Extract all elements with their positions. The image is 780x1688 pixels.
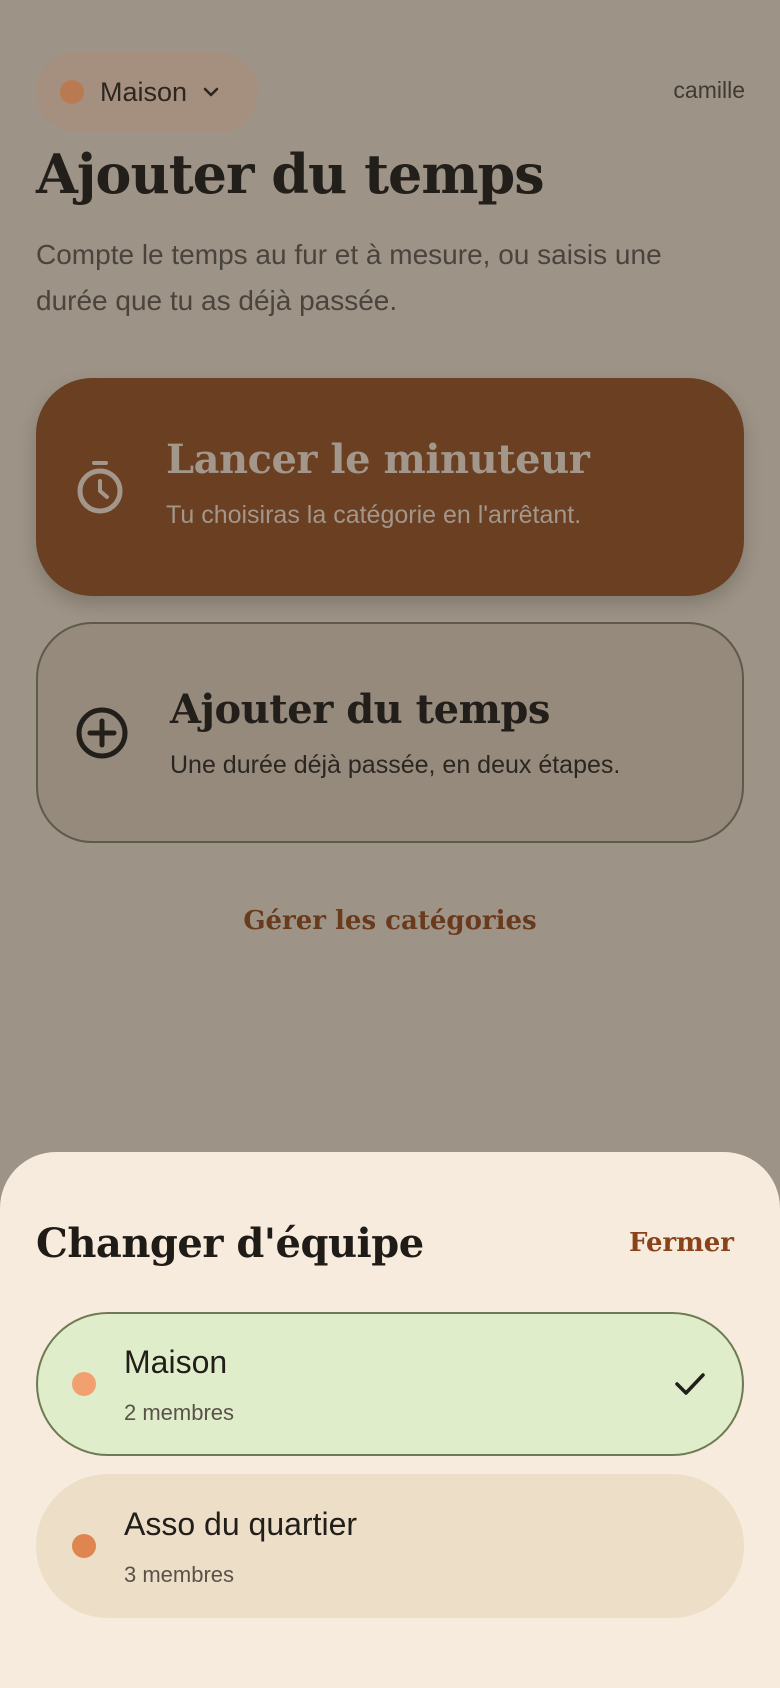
manage-categories-link[interactable]: Gérer les catégories bbox=[0, 906, 780, 936]
close-button[interactable]: Fermer bbox=[629, 1228, 734, 1258]
team-option-name: Asso du quartier bbox=[124, 1506, 358, 1542]
start-timer-button[interactable]: Lancer le minuteur Tu choisiras la catég… bbox=[36, 378, 744, 596]
team-color-dot bbox=[72, 1534, 96, 1558]
team-selector-button[interactable]: Maison bbox=[36, 52, 258, 132]
page-title: Ajouter du temps bbox=[36, 142, 545, 206]
team-option-name: Maison bbox=[124, 1344, 228, 1380]
team-switcher-sheet: Changer d'équipe Fermer Maison 2 membres… bbox=[0, 1152, 780, 1688]
sheet-title: Changer d'équipe bbox=[36, 1220, 424, 1267]
add-time-button[interactable]: Ajouter du temps Une durée déjà passée, … bbox=[36, 622, 744, 843]
add-card-description: Une durée déjà passée, en deux étapes. bbox=[170, 751, 621, 779]
team-option-members: 2 membres bbox=[124, 1400, 235, 1425]
team-option-asso-du-quartier[interactable]: Asso du quartier 3 membres bbox=[36, 1474, 744, 1618]
add-card-title: Ajouter du temps bbox=[170, 686, 550, 733]
plus-circle-icon bbox=[76, 707, 128, 758]
stopwatch-icon bbox=[77, 461, 123, 514]
page-subtitle: Compte le temps au fur et à mesure, ou s… bbox=[36, 239, 662, 316]
team-color-dot bbox=[72, 1372, 96, 1396]
timer-card-title: Lancer le minuteur bbox=[166, 436, 590, 483]
check-icon bbox=[675, 1373, 705, 1395]
team-color-dot bbox=[60, 80, 84, 104]
team-option-members: 3 membres bbox=[124, 1562, 235, 1587]
team-selector-label: Maison bbox=[100, 76, 188, 107]
chevron-down-icon bbox=[203, 87, 219, 97]
username[interactable]: camille bbox=[673, 77, 745, 104]
team-option-maison[interactable]: Maison 2 membres bbox=[36, 1312, 744, 1456]
timer-card-description: Tu choisiras la catégorie en l'arrêtant. bbox=[166, 501, 582, 529]
